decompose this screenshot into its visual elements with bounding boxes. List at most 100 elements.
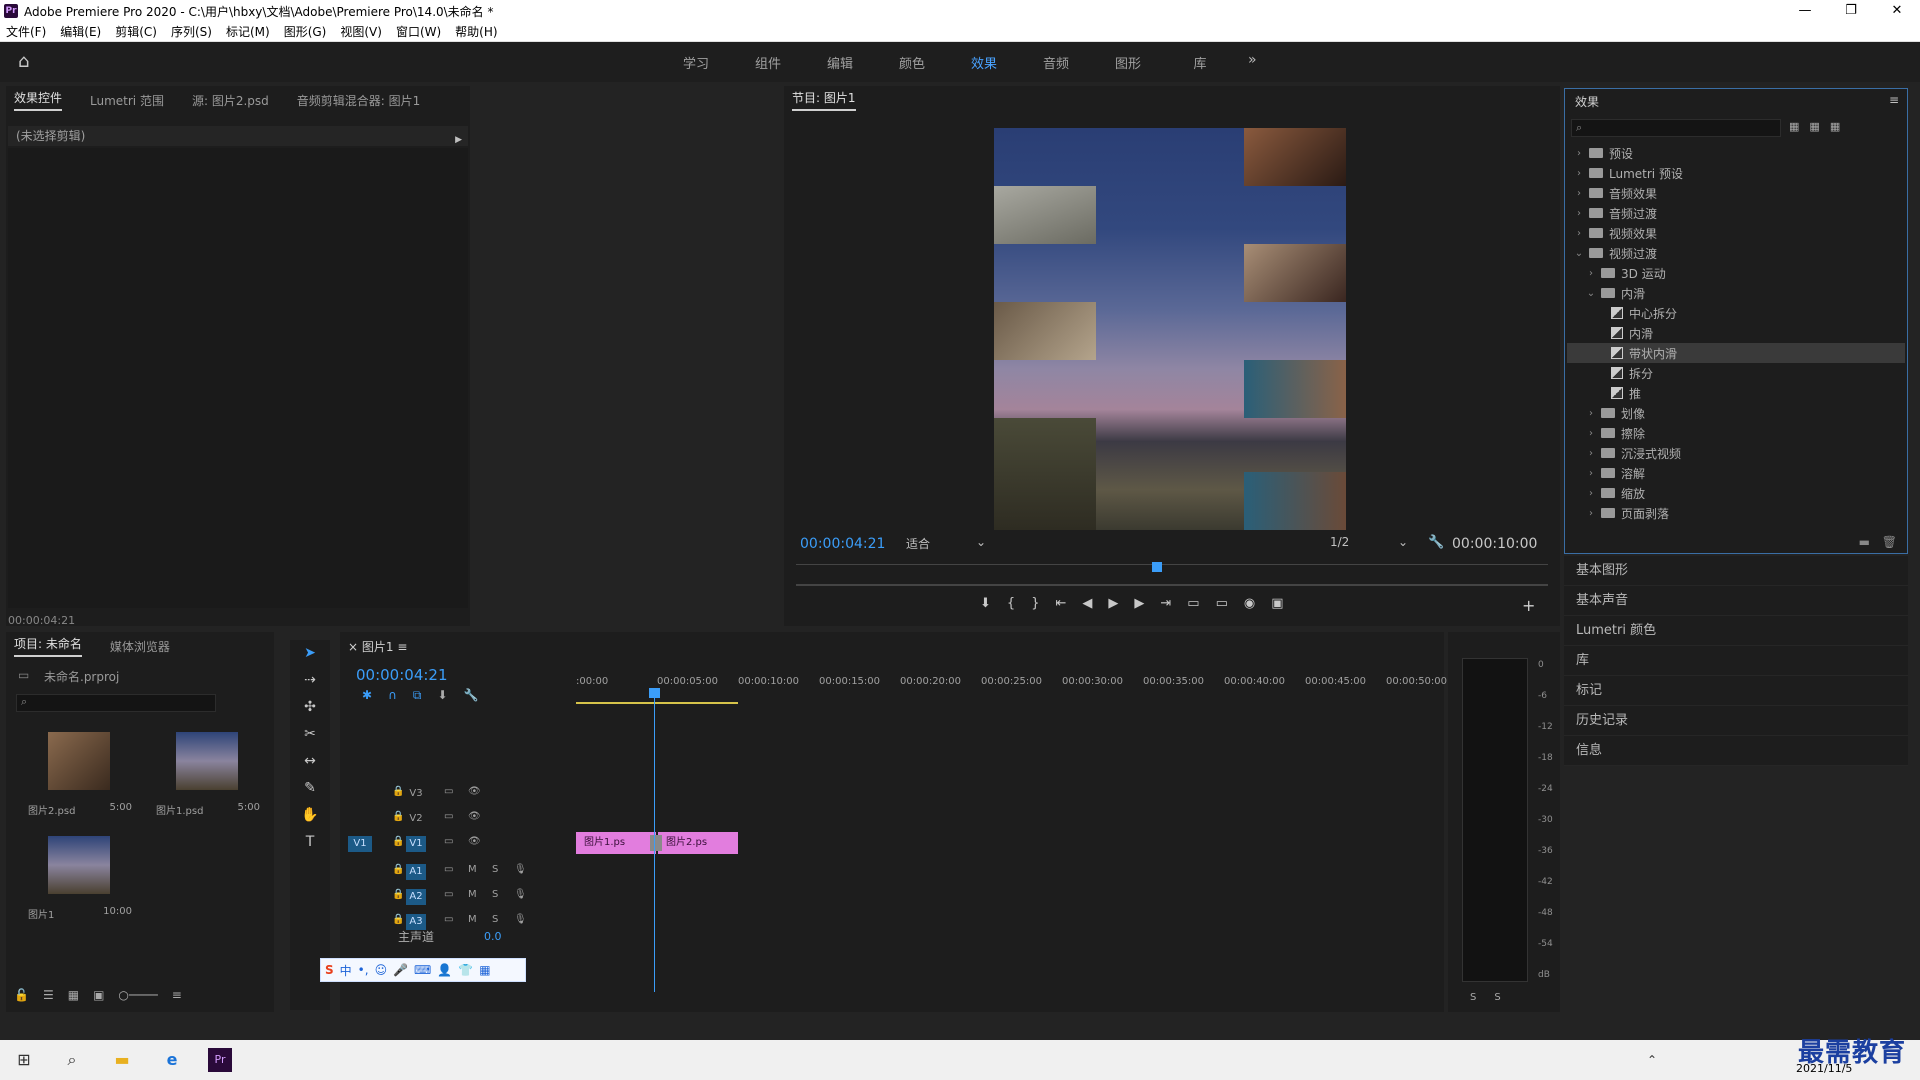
effects-folder[interactable]: › 音频过渡: [1567, 203, 1905, 223]
workspace-tab-audio[interactable]: 音频: [1020, 53, 1092, 72]
snap-icon[interactable]: ∩: [388, 688, 397, 703]
tray-icons[interactable]: ⌃: [1640, 1048, 1664, 1072]
effects-search-input[interactable]: ⌕: [1571, 119, 1781, 137]
project-item[interactable]: 图片1 10:00: [18, 830, 142, 930]
panel-history[interactable]: 历史记录: [1564, 706, 1908, 736]
menu-edit[interactable]: 编辑(E): [60, 23, 101, 40]
hand-tool-icon[interactable]: ✋: [290, 802, 330, 829]
lock-icon[interactable]: 🔒: [392, 836, 404, 847]
lock-icon[interactable]: 🔒: [392, 864, 404, 875]
windows-start-icon[interactable]: ⊞: [12, 1048, 36, 1072]
chevron-right-icon[interactable]: ›: [1573, 188, 1585, 199]
effect-item[interactable]: 内滑: [1567, 323, 1905, 343]
timeline-clip[interactable]: 图片2.ps: [658, 832, 738, 854]
chevron-right-icon[interactable]: ›: [1585, 428, 1597, 439]
source-patch-v1[interactable]: V1: [348, 836, 372, 852]
work-area-bar[interactable]: [576, 702, 738, 704]
solo-right-button[interactable]: S: [1494, 992, 1500, 1003]
linked-selection-icon[interactable]: ⧉: [413, 688, 422, 703]
effects-folder[interactable]: › 视频效果: [1567, 223, 1905, 243]
workspace-tab-assembly[interactable]: 组件: [732, 53, 804, 72]
menu-marker[interactable]: 标记(M): [226, 23, 270, 40]
chevron-right-icon[interactable]: ›: [1573, 148, 1585, 159]
menu-view[interactable]: 视图(V): [340, 23, 382, 40]
user-icon[interactable]: 👤: [437, 963, 452, 977]
panel-info[interactable]: 信息: [1564, 736, 1908, 766]
eye-icon[interactable]: 👁: [468, 811, 481, 822]
new-bin-icon[interactable]: ▬: [1859, 535, 1870, 549]
workspace-tab-graphics[interactable]: 图形: [1092, 53, 1164, 72]
go-to-out-icon[interactable]: ⇥: [1160, 596, 1171, 611]
panel-markers[interactable]: 标记: [1564, 676, 1908, 706]
mute-button[interactable]: M: [468, 864, 477, 875]
edge-browser-icon[interactable]: e: [160, 1048, 184, 1072]
menu-file[interactable]: 文件(F): [6, 23, 46, 40]
mark-out-icon[interactable]: }: [1031, 596, 1039, 611]
tab-media-browser[interactable]: 媒体浏览器: [110, 638, 170, 655]
workspace-tab-effects[interactable]: 效果: [948, 53, 1020, 72]
track-label[interactable]: V3: [406, 786, 426, 802]
effects-folder[interactable]: › 擦除: [1567, 423, 1905, 443]
list-view-icon[interactable]: ☰: [43, 988, 54, 1002]
export-frame-icon[interactable]: ◉: [1244, 596, 1255, 611]
tab-effect-controls[interactable]: 效果控件: [14, 89, 63, 111]
tab-project[interactable]: 项目: 未命名: [14, 635, 82, 657]
effects-folder[interactable]: › 沉浸式视频: [1567, 443, 1905, 463]
menu-help[interactable]: 帮助(H): [455, 23, 497, 40]
nest-icon[interactable]: ✱: [362, 688, 372, 703]
effects-folder[interactable]: › 缩放: [1567, 483, 1905, 503]
expand-arrow-icon[interactable]: ▶: [455, 130, 462, 150]
solo-button[interactable]: S: [492, 864, 498, 875]
program-time-ruler[interactable]: [796, 564, 1548, 580]
chevron-right-icon[interactable]: ›: [1585, 268, 1597, 279]
track-label[interactable]: V1: [406, 836, 426, 852]
minimize-button[interactable]: —: [1782, 0, 1828, 22]
effects-folder[interactable]: › 音频效果: [1567, 183, 1905, 203]
workspace-tab-libraries[interactable]: 库: [1164, 53, 1236, 72]
keyboard-icon[interactable]: ⌨: [414, 963, 431, 977]
slip-tool-icon[interactable]: ↔: [290, 748, 330, 775]
effect-item[interactable]: 带状内滑: [1567, 343, 1905, 363]
add-marker-icon[interactable]: ⬇: [437, 688, 447, 703]
microphone-icon[interactable]: 🎤: [393, 963, 408, 977]
timeline-clip[interactable]: 图片1.ps: [576, 832, 656, 854]
video-track[interactable]: 🔒 V3 ▭ 👁: [340, 782, 1420, 806]
panel-essential-sound[interactable]: 基本声音: [1564, 586, 1908, 616]
32-bit-effects-icon[interactable]: ▦: [1809, 120, 1819, 133]
video-track[interactable]: 🔒 V2 ▭ 👁: [340, 807, 1420, 831]
effects-folder[interactable]: › 页面剥落: [1567, 503, 1905, 523]
video-track[interactable]: V1 🔒 V1 ▭ 👁: [340, 832, 1420, 856]
trash-icon[interactable]: 🗑: [1882, 535, 1897, 549]
go-to-in-icon[interactable]: ⇤: [1055, 596, 1066, 611]
mark-in-icon[interactable]: {: [1007, 596, 1015, 611]
workspace-tab-editing[interactable]: 编辑: [804, 53, 876, 72]
chevron-right-icon[interactable]: ›: [1585, 468, 1597, 479]
punctuation-icon[interactable]: •,: [358, 963, 369, 977]
workspace-tab-learn[interactable]: 学习: [660, 53, 732, 72]
playback-resolution-dropdown[interactable]: 1/2 ⌄: [1330, 535, 1408, 553]
yuv-effects-icon[interactable]: ▦: [1830, 120, 1840, 133]
eye-icon[interactable]: 👁: [468, 836, 481, 847]
menu-clip[interactable]: 剪辑(C): [115, 23, 157, 40]
solo-left-button[interactable]: S: [1470, 992, 1476, 1003]
step-forward-icon[interactable]: ▶: [1134, 596, 1144, 611]
grid-icon[interactable]: ▦: [479, 963, 490, 977]
sync-lock-icon[interactable]: ▭: [444, 864, 453, 875]
effects-folder[interactable]: ⌄ 视频过渡: [1567, 243, 1905, 263]
button-editor-plus-icon[interactable]: +: [1522, 596, 1535, 615]
chevron-right-icon[interactable]: ›: [1585, 488, 1597, 499]
lock-icon[interactable]: 🔒: [392, 786, 404, 797]
menu-sequence[interactable]: 序列(S): [171, 23, 212, 40]
ripple-edit-tool-icon[interactable]: ✣: [290, 694, 330, 721]
timeline-playhead[interactable]: [654, 692, 655, 992]
lock-icon[interactable]: 🔒: [392, 889, 404, 900]
lock-icon[interactable]: 🔒: [392, 914, 404, 925]
menu-graphics[interactable]: 图形(G): [284, 23, 327, 40]
track-label[interactable]: V2: [406, 811, 426, 827]
project-item[interactable]: 图片2.psd 5:00: [18, 726, 142, 826]
microphone-icon[interactable]: 🎙: [514, 914, 527, 925]
chevron-right-icon[interactable]: ›: [1585, 408, 1597, 419]
tab-program[interactable]: 节目: 图片1: [792, 89, 856, 111]
track-label[interactable]: A1: [406, 864, 426, 880]
panel-libraries[interactable]: 库: [1564, 646, 1908, 676]
